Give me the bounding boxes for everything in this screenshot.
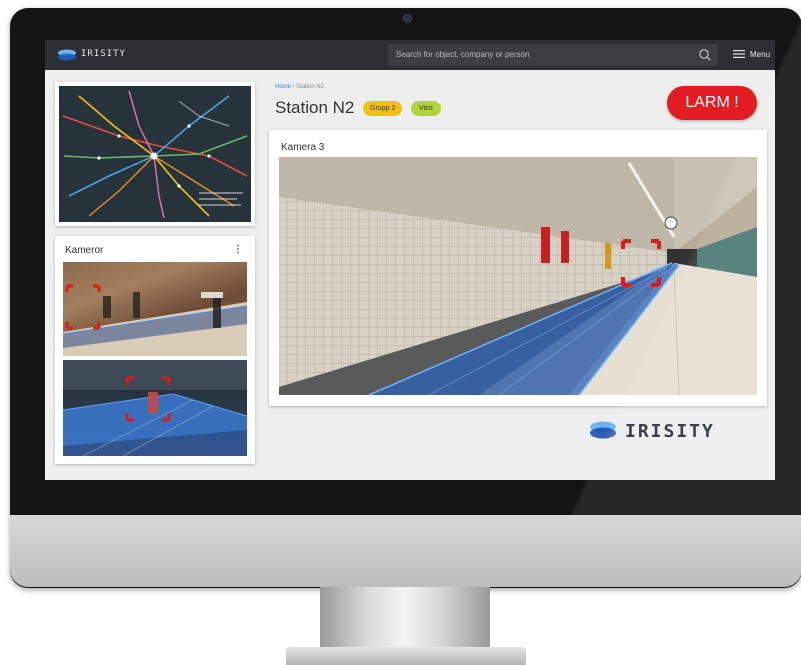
menu-button[interactable]: Menu bbox=[750, 50, 770, 59]
webcam-dot bbox=[403, 14, 412, 23]
cameras-panel-title: Kameror bbox=[65, 245, 104, 256]
detection-box bbox=[65, 284, 101, 330]
monitor-stand-base bbox=[286, 647, 526, 665]
breadcrumb-home-link[interactable]: Home bbox=[275, 84, 291, 90]
camera-2-feed bbox=[63, 360, 247, 456]
irisity-logo-icon[interactable] bbox=[57, 48, 77, 62]
page-title: Station N2 bbox=[275, 98, 355, 117]
monitor-chin bbox=[10, 515, 801, 587]
app-screen: IRISITY Search for object, company or pe… bbox=[45, 40, 775, 480]
tag-badge-vast[interactable]: Väst bbox=[411, 101, 442, 116]
search-input[interactable]: Search for object, company or person bbox=[388, 44, 718, 66]
breadcrumb: Home / Station N2 bbox=[275, 84, 324, 90]
camera-thumbnail-2[interactable] bbox=[63, 360, 247, 456]
main-camera-card: Kamera 3 bbox=[269, 130, 767, 406]
more-options-icon[interactable]: ⋮ bbox=[233, 244, 243, 255]
hamburger-menu-icon[interactable] bbox=[733, 49, 745, 59]
top-navbar: IRISITY Search for object, company or pe… bbox=[45, 40, 775, 70]
metro-map-image[interactable] bbox=[59, 86, 251, 222]
camera-1-feed bbox=[63, 284, 247, 356]
cameras-panel: Kameror ⋮ bbox=[55, 236, 255, 464]
search-placeholder: Search for object, company or person bbox=[396, 50, 530, 59]
footer-brand-name: IRISITY bbox=[625, 421, 715, 442]
irisity-logo-icon bbox=[590, 421, 616, 439]
camera-thumbnail-1[interactable] bbox=[63, 262, 247, 356]
metro-map-card bbox=[55, 82, 255, 226]
brand-name[interactable]: IRISITY bbox=[81, 49, 126, 59]
metro-map-lines bbox=[62, 90, 248, 219]
tag-badge-grupp[interactable]: Grupp 2 bbox=[363, 101, 403, 116]
main-camera-title: Kamera 3 bbox=[281, 142, 325, 153]
monitor-stand bbox=[320, 587, 490, 649]
breadcrumb-current: Station N2 bbox=[296, 84, 325, 90]
subway-platform-feed bbox=[279, 157, 757, 395]
alarm-button[interactable]: LARM ! bbox=[667, 86, 757, 120]
search-icon[interactable] bbox=[698, 48, 712, 62]
main-camera-view[interactable] bbox=[279, 157, 757, 395]
